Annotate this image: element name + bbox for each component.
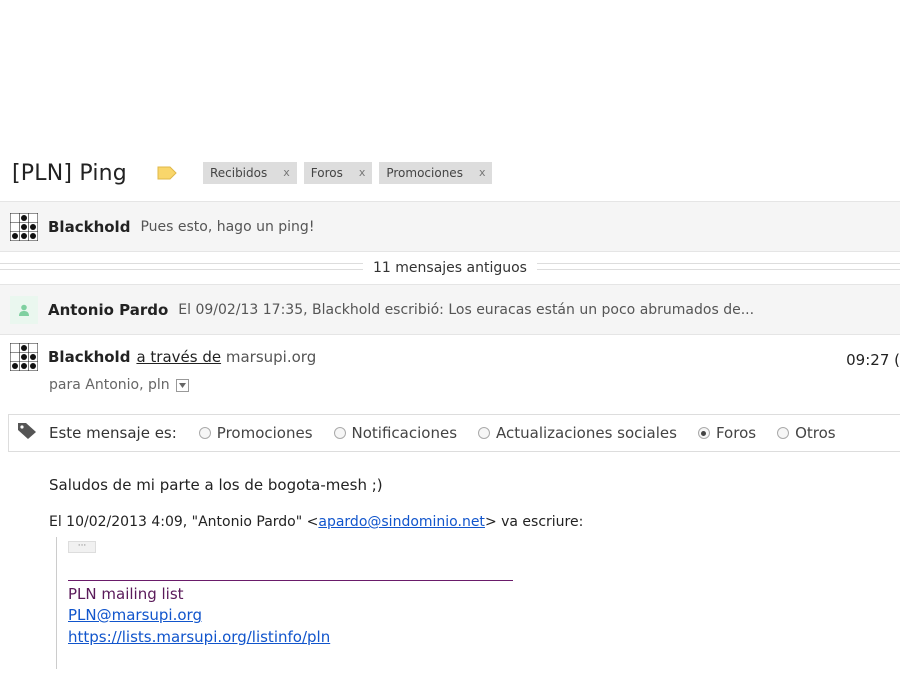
avatar-identicon-icon bbox=[9, 212, 39, 241]
mailing-list-title: PLN mailing list bbox=[68, 585, 184, 603]
remove-label-button[interactable]: x bbox=[283, 162, 290, 184]
label-tag-icon[interactable] bbox=[157, 166, 177, 180]
category-prompt: Este mensaje es: bbox=[49, 424, 177, 442]
via-info: a través de marsupi.org bbox=[136, 348, 316, 366]
show-details-button[interactable] bbox=[175, 378, 189, 392]
label-chip-text: Promociones bbox=[386, 166, 463, 180]
older-messages-count[interactable]: 11 mensajes antiguos bbox=[363, 260, 537, 276]
via-domain: marsupi.org bbox=[225, 348, 317, 366]
radio-label: Promociones bbox=[216, 424, 313, 442]
message-snippet: Pues esto, hago un ping! bbox=[140, 218, 315, 235]
radio-button[interactable] bbox=[777, 427, 790, 439]
radio-button[interactable] bbox=[478, 427, 491, 439]
radio-button-checked[interactable] bbox=[697, 427, 710, 439]
label-chip-foros: Foros x bbox=[303, 162, 373, 184]
message-snippet: El 09/02/13 17:35, Blackhold escribió: L… bbox=[178, 301, 755, 318]
label-chip-recibidos: Recibidos x bbox=[202, 162, 297, 184]
recipients-text: para Antonio, pln bbox=[49, 377, 170, 393]
tag-icon bbox=[17, 422, 37, 444]
radio-label: Otros bbox=[795, 424, 836, 442]
label-chip-text: Foros bbox=[310, 166, 343, 180]
recipients-line: para Antonio, pln bbox=[49, 377, 189, 393]
thread-subject: [PLN] Ping bbox=[12, 160, 127, 186]
quote-attribution: El 10/02/2013 4:09, "Antonio Pardo" <apa… bbox=[49, 514, 583, 530]
default-user-avatar-icon bbox=[10, 295, 38, 324]
mailing-list-email-link[interactable]: PLN@marsupi.org bbox=[68, 606, 202, 624]
remove-label-button[interactable]: x bbox=[479, 162, 486, 184]
older-messages-button[interactable]: 11 mensajes antiguos bbox=[0, 252, 900, 284]
message-time: 09:27 ( bbox=[846, 351, 900, 369]
mailing-list-url-link[interactable]: https://lists.marsupi.org/listinfo/pln bbox=[68, 628, 330, 646]
category-bar: Este mensaje es: Promociones Notificacio… bbox=[8, 414, 900, 452]
sender-name[interactable]: Blackhold bbox=[48, 348, 130, 366]
avatar-identicon-icon bbox=[9, 342, 39, 372]
show-trimmed-content-button[interactable]: ··· bbox=[68, 541, 96, 553]
category-option-otros[interactable]: Otros bbox=[777, 424, 836, 442]
via-link[interactable]: a través de bbox=[136, 348, 221, 366]
chevron-down-icon bbox=[178, 382, 186, 388]
thread-subject-row: [PLN] Ping Recibidos x Foros x Promocion… bbox=[12, 158, 499, 188]
label-chip-text: Recibidos bbox=[209, 166, 268, 180]
category-option-actualizaciones-sociales[interactable]: Actualizaciones sociales bbox=[478, 424, 677, 442]
radio-label: Notificaciones bbox=[351, 424, 458, 442]
sender-name: Blackhold bbox=[48, 217, 131, 236]
radio-label: Actualizaciones sociales bbox=[496, 424, 677, 442]
category-option-foros[interactable]: Foros bbox=[697, 424, 757, 442]
quote-border bbox=[56, 537, 57, 669]
quote-suffix: > va escriure: bbox=[484, 514, 584, 530]
sender-name: Antonio Pardo bbox=[48, 300, 169, 319]
expanded-message-header: Blackhold a través de marsupi.org 09:27 … bbox=[0, 335, 900, 405]
radio-label: Foros bbox=[715, 424, 757, 442]
quoted-email-link[interactable]: apardo@sindominio.net bbox=[318, 514, 485, 530]
mailing-list-divider bbox=[68, 580, 513, 581]
label-chip-promociones: Promociones x bbox=[379, 162, 493, 184]
collapsed-message[interactable]: Antonio Pardo El 09/02/13 17:35, Blackho… bbox=[0, 284, 900, 335]
remove-label-button[interactable]: x bbox=[359, 162, 366, 184]
category-option-notificaciones[interactable]: Notificaciones bbox=[333, 424, 458, 442]
category-option-promociones[interactable]: Promociones bbox=[198, 424, 313, 442]
radio-button[interactable] bbox=[198, 427, 211, 439]
collapsed-message[interactable]: Blackhold Pues esto, hago un ping! bbox=[0, 201, 900, 252]
message-body-line: Saludos de mi parte a los de bogota-mesh… bbox=[49, 476, 383, 494]
radio-button[interactable] bbox=[333, 427, 346, 439]
quote-prefix: El 10/02/2013 4:09, "Antonio Pardo" < bbox=[49, 514, 319, 530]
